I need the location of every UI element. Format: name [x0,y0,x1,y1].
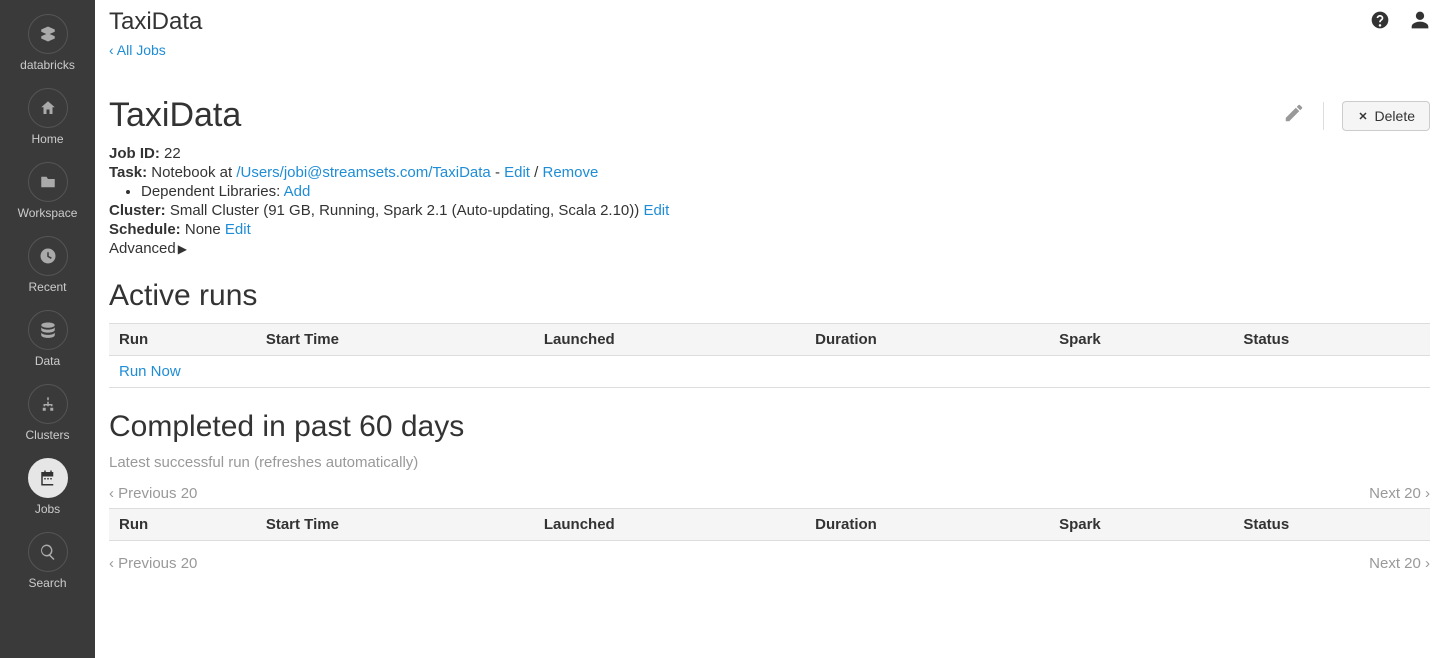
user-icon[interactable] [1410,10,1430,35]
sidebar-item-home[interactable]: Home [0,82,95,156]
topbar: TaxiData [109,8,1430,36]
clock-icon [28,236,68,276]
next-page[interactable]: Next 20 › [1369,555,1430,572]
table-header-row: Run Start Time Launched Duration Spark S… [109,509,1430,541]
task-sep: / [530,164,543,181]
col-status: Status [1233,324,1430,356]
task-prefix: Notebook at [151,164,236,181]
sitemap-icon [28,384,68,424]
home-icon [28,88,68,128]
pager-top: ‹ Previous 20 Next 20 › [109,485,1430,502]
breadcrumb: ‹ All Jobs [109,42,1430,60]
job-title: TaxiData [109,96,241,135]
col-duration: Duration [805,324,1049,356]
job-id-value: 22 [164,145,181,162]
task-sep: - [491,164,504,181]
table-row: Run Now [109,356,1430,388]
run-now-link[interactable]: Run Now [119,363,181,380]
col-duration: Duration [805,509,1049,541]
previous-page[interactable]: ‹ Previous 20 [109,555,197,572]
completed-runs-heading: Completed in past 60 days [109,410,1430,444]
col-run: Run [109,509,256,541]
previous-page[interactable]: ‹ Previous 20 [109,485,197,502]
deps-add-link[interactable]: Add [284,183,311,200]
delete-button[interactable]: Delete [1342,101,1430,131]
schedule-label: Schedule: [109,221,181,238]
sidebar-brand-label: databricks [20,58,75,72]
dependent-libraries: Dependent Libraries: Add [141,183,1430,200]
sidebar-brand[interactable]: databricks [0,8,95,82]
job-meta: Job ID: 22 Task: Notebook at /Users/jobi… [109,145,1430,257]
chevron-right-icon: ▶ [178,242,187,256]
close-icon [1357,110,1369,122]
advanced-label: Advanced [109,240,176,257]
task-remove-link[interactable]: Remove [543,164,599,181]
job-header: TaxiData Delete [109,96,1430,135]
all-jobs-link[interactable]: ‹ All Jobs [109,42,166,58]
col-launched: Launched [534,324,805,356]
help-icon[interactable] [1370,10,1390,35]
pager-bottom: ‹ Previous 20 Next 20 › [109,555,1430,572]
cluster-label: Cluster: [109,202,166,219]
schedule-value: None [185,221,225,238]
database-icon [28,310,68,350]
job-id-label: Job ID: [109,145,160,162]
col-start: Start Time [256,324,534,356]
sidebar-item-label: Data [35,354,60,368]
cluster-edit-link[interactable]: Edit [643,202,669,219]
edit-title-button[interactable] [1283,102,1305,129]
next-page[interactable]: Next 20 › [1369,485,1430,502]
sidebar-item-label: Search [28,576,66,590]
col-spark: Spark [1049,509,1233,541]
sidebar-item-clusters[interactable]: Clusters [0,378,95,452]
col-status: Status [1233,509,1430,541]
completed-runs-table: Run Start Time Launched Duration Spark S… [109,508,1430,541]
main-content: TaxiData ‹ All Jobs TaxiData Delete [95,0,1452,608]
task-edit-link[interactable]: Edit [504,164,530,181]
table-header-row: Run Start Time Launched Duration Spark S… [109,324,1430,356]
search-icon [28,532,68,572]
sidebar-item-recent[interactable]: Recent [0,230,95,304]
sidebar-item-data[interactable]: Data [0,304,95,378]
sidebar-item-jobs[interactable]: Jobs [0,452,95,526]
sidebar-item-label: Jobs [35,502,60,516]
page-title: TaxiData [109,8,202,36]
topbar-actions [1370,10,1430,35]
task-path-link[interactable]: /Users/jobi@streamsets.com/TaxiData [236,164,490,181]
sidebar-item-label: Home [31,132,63,146]
col-start: Start Time [256,509,534,541]
sidebar: databricks Home Workspace Recent Data Cl… [0,0,95,658]
pencil-icon [1283,102,1305,124]
completed-subnote: Latest successful run (refreshes automat… [109,454,1430,471]
schedule-edit-link[interactable]: Edit [225,221,251,238]
active-runs-heading: Active runs [109,279,1430,313]
deps-label: Dependent Libraries: [141,183,284,200]
databricks-logo-icon [28,14,68,54]
sidebar-item-workspace[interactable]: Workspace [0,156,95,230]
active-runs-table: Run Start Time Launched Duration Spark S… [109,323,1430,388]
folder-icon [28,162,68,202]
delete-button-label: Delete [1375,108,1415,124]
col-run: Run [109,324,256,356]
sidebar-item-label: Clusters [25,428,69,442]
divider [1323,102,1324,130]
col-launched: Launched [534,509,805,541]
sidebar-item-search[interactable]: Search [0,526,95,600]
sidebar-item-label: Recent [28,280,66,294]
advanced-toggle[interactable]: Advanced▶ [109,240,1430,257]
sidebar-item-label: Workspace [18,206,78,220]
calendar-icon [28,458,68,498]
job-header-actions: Delete [1283,101,1430,131]
task-label: Task: [109,164,147,181]
col-spark: Spark [1049,324,1233,356]
cluster-value: Small Cluster (91 GB, Running, Spark 2.1… [170,202,644,219]
